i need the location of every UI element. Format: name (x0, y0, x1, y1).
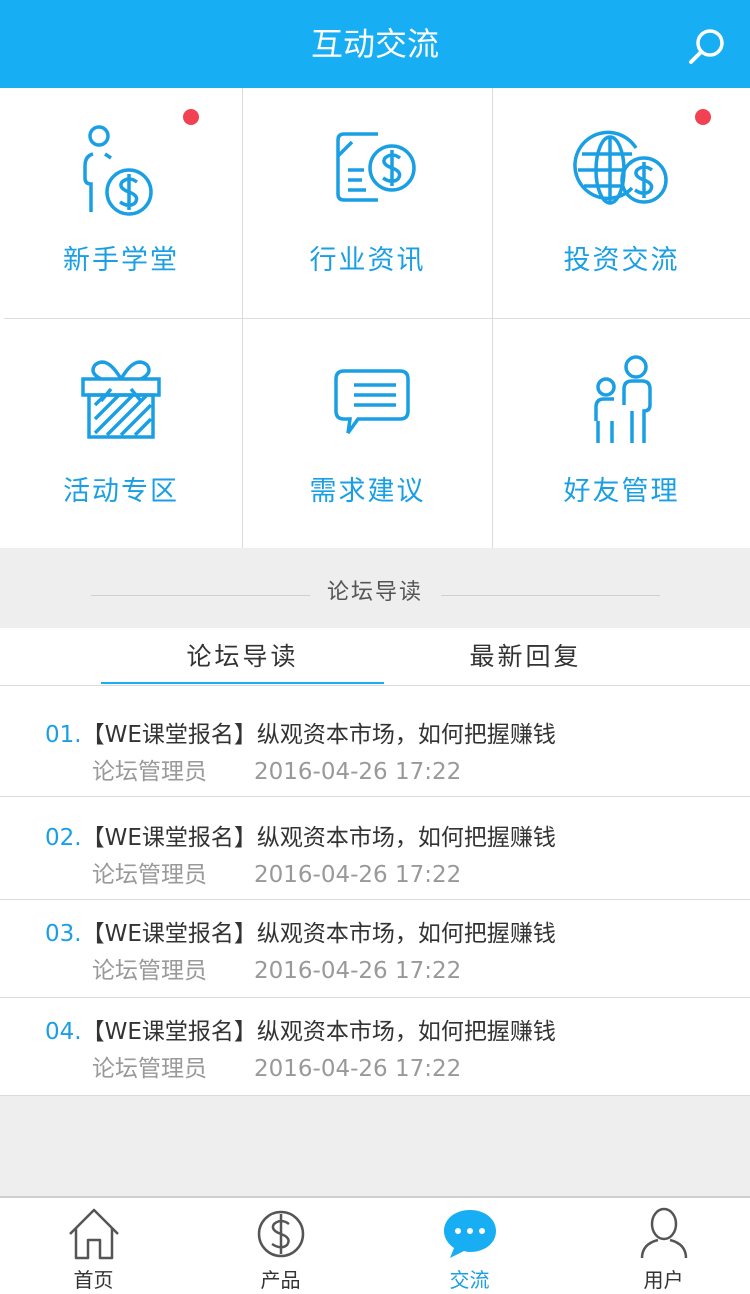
grid-item-label: 需求建议 (309, 476, 426, 507)
message-bubble-icon (243, 349, 492, 449)
chat-icon (376, 1206, 563, 1262)
post-time: 2016-04-26 17:22 (254, 1056, 462, 1082)
tab-forum-guide[interactable]: 论坛导读 (101, 628, 384, 686)
post-author: 论坛管理员 (92, 1056, 207, 1082)
search-icon[interactable] (686, 26, 728, 68)
notification-badge (183, 109, 199, 125)
post-author: 论坛管理员 (92, 958, 207, 984)
post-title-text: 【WE课堂报名】纵观资本市场，如何把握赚钱 (81, 1019, 556, 1045)
bottom-tab-bar: 首页 产品 交流 用户 (0, 1196, 750, 1294)
post-meta: 论坛管理员 2016-04-26 17:22 (92, 855, 461, 889)
tabbar-item-home[interactable]: 首页 (0, 1198, 187, 1294)
tabbar-label: 交流 (449, 1268, 490, 1292)
tabbar-item-user[interactable]: 用户 (570, 1198, 750, 1294)
list-item[interactable]: 03.【WE课堂报名】纵观资本市场，如何把握赚钱 论坛管理员 2016-04-26… (0, 900, 750, 998)
post-time: 2016-04-26 17:22 (254, 862, 462, 888)
globe-dollar-icon (493, 118, 750, 218)
tab-latest-replies[interactable]: 最新回复 (384, 628, 667, 686)
grid-item-suggestions[interactable]: 需求建议 (243, 319, 492, 549)
friends-icon (493, 349, 750, 449)
post-meta: 论坛管理员 2016-04-26 17:22 (92, 1049, 461, 1083)
post-author: 论坛管理员 (92, 759, 207, 785)
list-item[interactable]: 04.【WE课堂报名】纵观资本市场，如何把握赚钱 论坛管理员 2016-04-26… (0, 998, 750, 1096)
grid-item-friends[interactable]: 好友管理 (493, 319, 750, 549)
grid-item-label: 好友管理 (563, 476, 680, 507)
post-time: 2016-04-26 17:22 (254, 958, 462, 984)
gift-icon (0, 349, 242, 449)
forum-tabs: 论坛导读 最新回复 (0, 628, 750, 686)
list-item[interactable]: 01.【WE课堂报名】纵观资本市场，如何把握赚钱 论坛管理员 2016-04-26… (0, 686, 750, 797)
active-tab-indicator (101, 682, 384, 684)
page-title: 互动交流 (310, 25, 439, 63)
grid-item-novice-school[interactable]: 新手学堂 (0, 88, 242, 318)
grid-item-activity-zone[interactable]: 活动专区 (0, 319, 242, 549)
grid-item-label: 活动专区 (63, 476, 179, 507)
post-number: 02. (45, 825, 82, 851)
home-icon (0, 1206, 187, 1262)
post-title-text: 【WE课堂报名】纵观资本市场，如何把握赚钱 (81, 722, 556, 748)
tabbar-label: 产品 (260, 1268, 301, 1292)
document-dollar-icon (243, 118, 492, 218)
dollar-icon (187, 1206, 374, 1262)
post-title: 03.【WE课堂报名】纵观资本市场，如何把握赚钱 (45, 914, 556, 948)
tabbar-label: 用户 (643, 1268, 684, 1292)
post-number: 03. (45, 921, 82, 947)
notification-badge (695, 109, 711, 125)
grid-item-label: 行业资讯 (309, 245, 426, 276)
post-number: 04. (45, 1019, 82, 1045)
post-title: 02.【WE课堂报名】纵观资本市场，如何把握赚钱 (45, 818, 556, 852)
tabbar-item-products[interactable]: 产品 (187, 1198, 374, 1294)
user-icon (570, 1206, 750, 1262)
tabbar-label: 首页 (73, 1268, 114, 1292)
post-title-text: 【WE课堂报名】纵观资本市场，如何把握赚钱 (81, 825, 556, 851)
post-time: 2016-04-26 17:22 (254, 759, 462, 785)
post-title: 01.【WE课堂报名】纵观资本市场，如何把握赚钱 (45, 715, 556, 749)
grid-item-investment-exchange[interactable]: 投资交流 (493, 88, 750, 318)
app-header: 互动交流 (0, 0, 750, 88)
post-author: 论坛管理员 (92, 862, 207, 888)
post-number: 01. (45, 722, 82, 748)
list-item[interactable]: 02.【WE课堂报名】纵观资本市场，如何把握赚钱 论坛管理员 2016-04-26… (0, 797, 750, 900)
section-title: 论坛导读 (326, 580, 423, 605)
feature-grid: 新手学堂 行业资讯 投资交流 活动专区 需求建议 好友管理 (0, 88, 750, 548)
post-meta: 论坛管理员 2016-04-26 17:22 (92, 951, 461, 985)
post-meta: 论坛管理员 2016-04-26 17:22 (92, 752, 461, 786)
grid-item-industry-news[interactable]: 行业资讯 (243, 88, 492, 318)
post-title-text: 【WE课堂报名】纵观资本市场，如何把握赚钱 (81, 921, 556, 947)
person-dollar-icon (0, 118, 242, 218)
post-list: 01.【WE课堂报名】纵观资本市场，如何把握赚钱 论坛管理员 2016-04-26… (0, 686, 750, 1096)
post-title: 04.【WE课堂报名】纵观资本市场，如何把握赚钱 (45, 1012, 556, 1046)
grid-item-label: 新手学堂 (63, 245, 179, 276)
tabbar-item-exchange[interactable]: 交流 (376, 1198, 563, 1294)
grid-item-label: 投资交流 (563, 245, 680, 276)
